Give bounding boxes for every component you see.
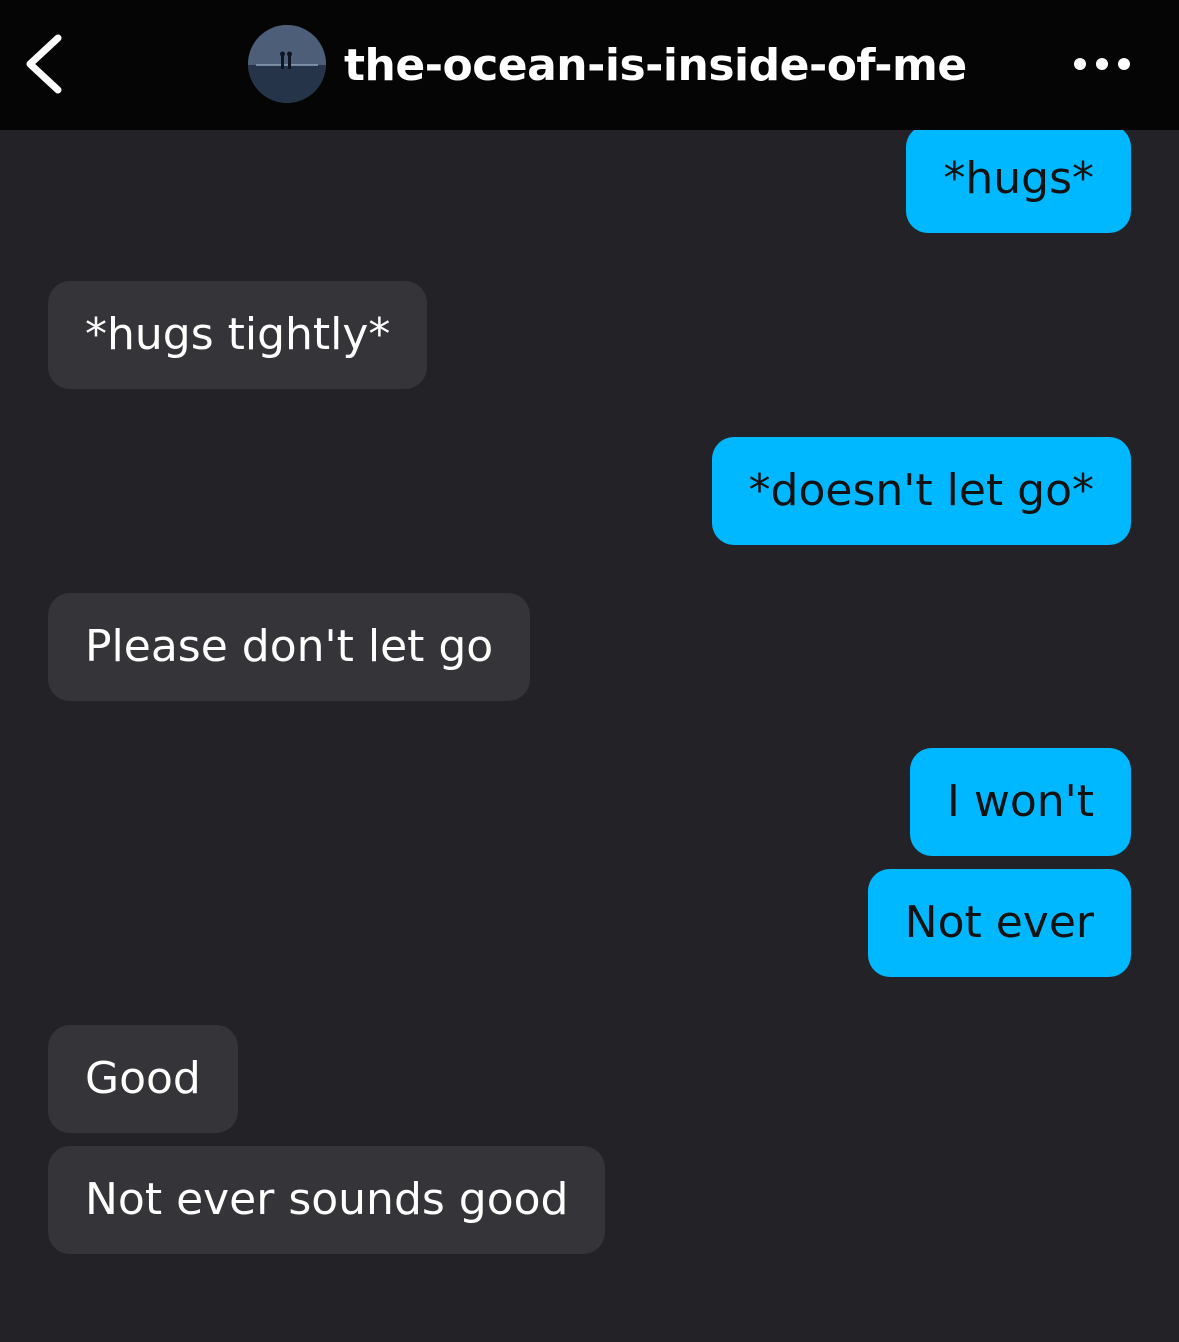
message-received[interactable]: *hugs tightly*	[48, 281, 428, 389]
message-sent[interactable]: Not ever	[867, 869, 1131, 977]
more-options-button[interactable]	[1066, 44, 1142, 84]
header-username[interactable]: the-ocean-is-inside-of-me	[344, 36, 967, 96]
message-sent[interactable]: *hugs*	[906, 125, 1131, 233]
message-sent[interactable]: *doesn't let go*	[711, 437, 1131, 545]
message-sent[interactable]: I won't	[909, 748, 1131, 856]
message-received[interactable]: Not ever sounds good	[48, 1146, 606, 1254]
message-received[interactable]: Please don't let go	[48, 593, 531, 701]
message-received[interactable]: Good	[48, 1025, 238, 1133]
chevron-left-icon	[26, 34, 62, 94]
avatar-image	[248, 25, 326, 103]
more-horizontal-icon	[1074, 58, 1130, 70]
avatar[interactable]	[248, 25, 326, 103]
back-button[interactable]	[18, 26, 78, 102]
chat-header: the-ocean-is-inside-of-me	[0, 0, 1179, 130]
chat-screen: the-ocean-is-inside-of-me *hugs* *hugs t…	[0, 0, 1179, 1342]
